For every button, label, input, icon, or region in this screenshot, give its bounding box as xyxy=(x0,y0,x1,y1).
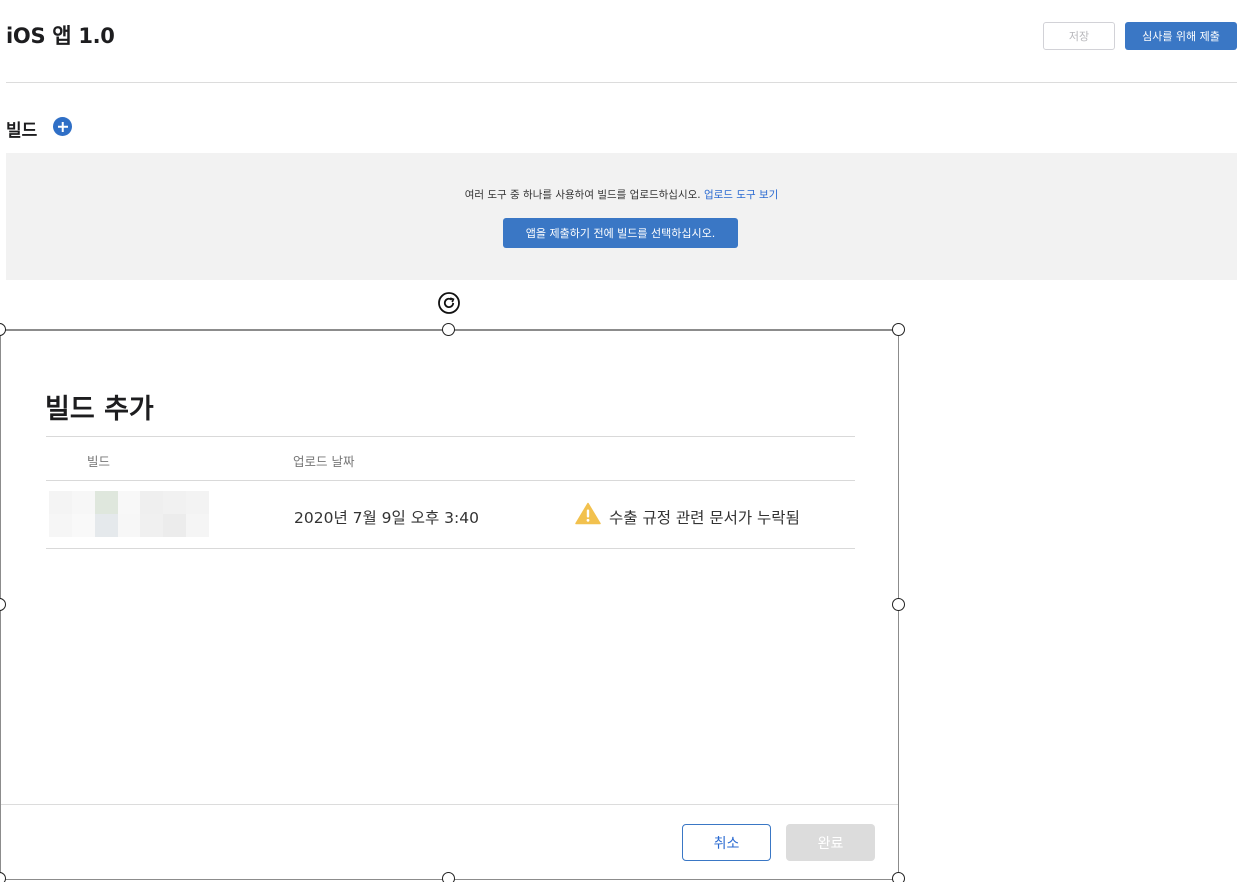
header-divider xyxy=(46,480,855,481)
upload-date: 2020년 7월 9일 오후 3:40 xyxy=(294,509,479,527)
select-build-button[interactable]: 앱을 제출하기 전에 빌드를 선택하십시오. xyxy=(503,218,738,248)
header-divider xyxy=(6,82,1237,83)
resize-handle-right[interactable] xyxy=(892,598,905,611)
build-upload-panel: 여러 도구 중 하나를 사용하여 빌드를 업로드하십시오. 업로드 도구 보기 … xyxy=(6,153,1237,280)
rotate-icon[interactable] xyxy=(437,291,461,315)
table-divider xyxy=(46,436,855,437)
page: iOS 앱 1.0 저장 심사를 위해 제출 빌드 여러 도구 중 하나를 사용… xyxy=(0,0,1256,882)
builds-section-title: 빌드 xyxy=(6,121,38,141)
row-divider xyxy=(46,548,855,549)
export-compliance-warning: 수출 규정 관련 문서가 누락됨 xyxy=(609,509,800,527)
dialog-title: 빌드 추가 xyxy=(45,394,154,425)
column-header-upload-date: 업로드 날짜 xyxy=(293,454,355,469)
add-build-dialog: 빌드 추가 빌드 업로드 날짜 2020년 7월 9일 오후 3:40 수출 규… xyxy=(1,331,898,879)
done-button[interactable]: 완료 xyxy=(786,824,875,861)
upload-tools-link[interactable]: 업로드 도구 보기 xyxy=(704,189,778,201)
footer-divider xyxy=(1,804,898,805)
build-number-blurred xyxy=(49,491,209,537)
save-button[interactable]: 저장 xyxy=(1043,22,1115,50)
panel-message-line: 여러 도구 중 하나를 사용하여 빌드를 업로드하십시오. 업로드 도구 보기 xyxy=(6,187,1237,202)
warning-icon xyxy=(575,502,601,525)
add-circle-icon[interactable] xyxy=(53,117,72,136)
resize-handle-bottom-right[interactable] xyxy=(892,872,905,882)
page-title: iOS 앱 1.0 xyxy=(6,24,115,48)
cancel-button[interactable]: 취소 xyxy=(682,824,771,861)
column-header-build: 빌드 xyxy=(87,454,111,469)
resize-handle-bottom[interactable] xyxy=(442,872,455,882)
panel-message: 여러 도구 중 하나를 사용하여 빌드를 업로드하십시오. xyxy=(464,189,701,201)
submit-for-review-button[interactable]: 심사를 위해 제출 xyxy=(1125,22,1237,50)
resize-handle-top-right[interactable] xyxy=(892,323,905,336)
resize-handle-top[interactable] xyxy=(442,323,455,336)
